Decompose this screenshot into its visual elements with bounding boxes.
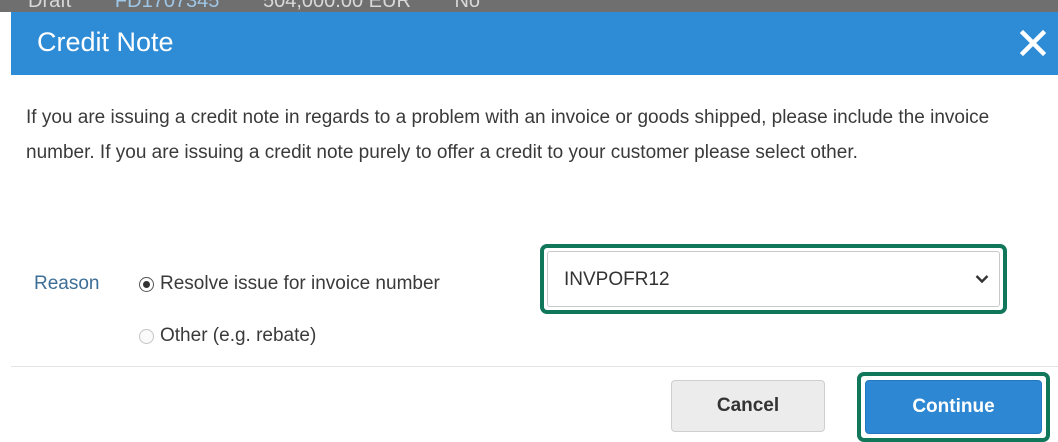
reason-option-label: Other (e.g. rebate) [160,325,317,346]
footer-divider [11,366,1058,367]
radio-unselected-icon[interactable] [139,328,154,344]
reason-option-other[interactable]: Other (e.g. rebate) [139,324,316,348]
chevron-down-icon [975,275,989,284]
close-icon[interactable] [1014,24,1052,62]
background-flag: No [454,0,481,12]
reason-option-resolve-invoice[interactable]: Resolve issue for invoice number [139,272,440,296]
background-row-cells: Draft FD1707345 504,000.00 EUR No [28,0,518,12]
invoice-number-select[interactable]: INVPOFR12 [547,251,1000,307]
reason-option-label: Resolve issue for invoice number [160,273,440,294]
background-amount: 504,000.00 EUR [263,0,411,12]
reason-label: Reason [34,273,100,294]
credit-note-dialog: Credit Note If you are issuing a credit … [11,12,1058,442]
dialog-title: Credit Note [37,27,174,57]
invoice-select-value: INVPOFR12 [564,269,670,290]
background-doc-number: FD1707345 [114,0,220,12]
cancel-button[interactable]: Cancel [671,380,825,432]
continue-button[interactable]: Continue [865,380,1042,434]
dialog-description: If you are issuing a credit note in rega… [26,107,990,163]
background-table-row: Draft FD1707345 504,000.00 EUR No [0,0,1058,12]
background-status: Draft [28,0,72,12]
radio-selected-icon[interactable] [139,276,154,292]
dialog-header: Credit Note [11,12,1058,75]
